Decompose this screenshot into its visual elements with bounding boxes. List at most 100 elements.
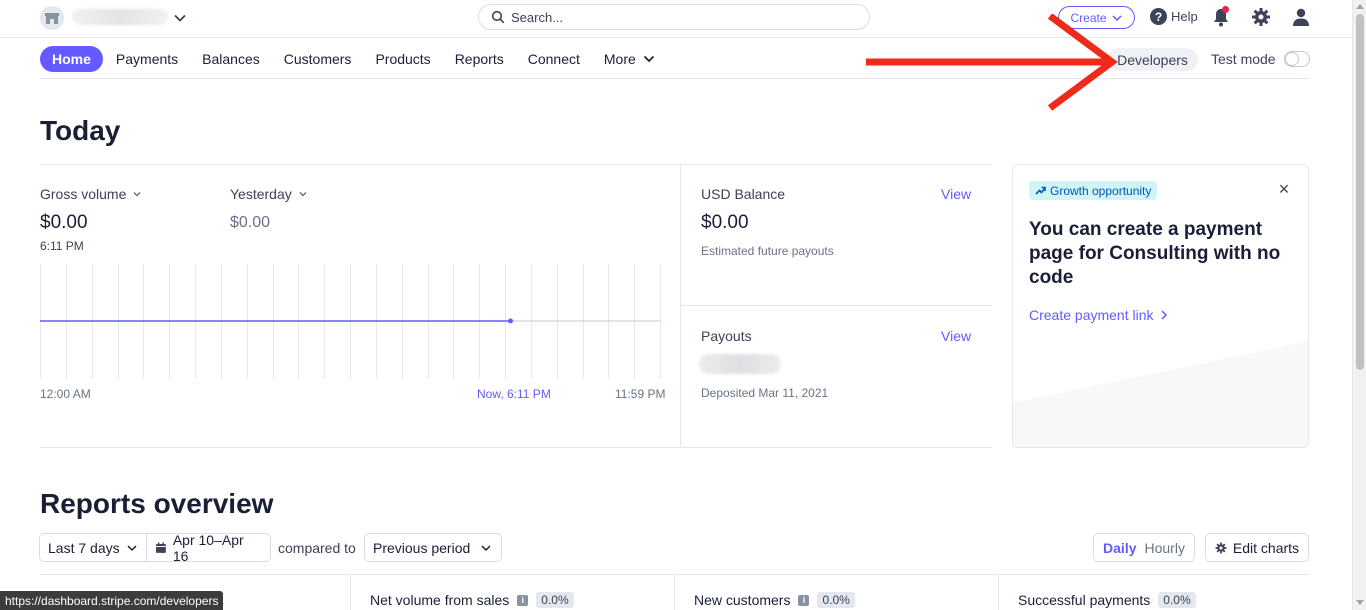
search-input[interactable] <box>511 9 851 25</box>
range-label: Last 7 days <box>48 539 120 556</box>
help-label: Help <box>1171 9 1198 24</box>
edit-charts-label: Edit charts <box>1232 539 1300 556</box>
scroll-up-arrow[interactable] <box>1356 4 1364 9</box>
metric-successful-payments[interactable]: Successful payments 0.0% <box>1018 592 1196 608</box>
chart-now-label: Now, 6:11 PM <box>477 387 551 401</box>
nav-connect[interactable]: Connect <box>528 46 580 72</box>
yesterday-value: $0.00 <box>230 214 271 231</box>
chevron-right-icon <box>1160 310 1167 320</box>
interval-toggle: Daily Hourly <box>1093 533 1195 562</box>
test-mode-label: Test mode <box>1211 51 1276 67</box>
chevron-down-icon <box>481 544 491 551</box>
edit-charts-button[interactable]: Edit charts <box>1205 533 1309 562</box>
metric-change-badge: 0.0% <box>536 592 574 608</box>
nav-more-label: More <box>603 51 636 67</box>
gross-volume-chart <box>40 264 661 379</box>
nav-more[interactable]: More <box>604 46 656 72</box>
usd-balance-sub: Estimated future payouts <box>701 244 834 258</box>
chevron-down-icon[interactable] <box>172 10 188 26</box>
metric-label: New customers <box>694 592 791 608</box>
info-icon[interactable]: i <box>798 594 810 606</box>
hourly-option[interactable]: Hourly <box>1145 540 1185 556</box>
metric-column-divider <box>998 575 999 610</box>
chevron-down-icon <box>299 192 307 197</box>
reports-overview-title: Reports overview <box>40 488 274 519</box>
metric-change-badge: 0.0% <box>817 592 855 608</box>
trending-up-icon <box>1035 186 1046 195</box>
test-mode-toggle[interactable] <box>1284 51 1310 67</box>
today-divider <box>40 164 992 165</box>
growth-opportunity-card: Growth opportunity × You can create a pa… <box>1012 164 1309 448</box>
today-title: Today <box>40 115 121 146</box>
gross-volume-selector[interactable]: Gross volume <box>40 186 142 202</box>
nav-reports[interactable]: Reports <box>455 46 504 72</box>
chart-start-label: 12:00 AM <box>40 387 91 401</box>
question-icon: ? <box>1150 8 1167 25</box>
user-icon[interactable] <box>1291 7 1311 27</box>
chevron-down-icon <box>127 544 137 551</box>
create-button[interactable]: Create <box>1058 6 1135 29</box>
daily-option[interactable]: Daily <box>1103 540 1136 556</box>
create-payment-link-label: Create payment link <box>1029 307 1154 323</box>
notification-dot <box>1222 6 1229 13</box>
usd-balance-view-link[interactable]: View <box>941 186 971 202</box>
column-divider <box>680 165 681 447</box>
metric-net-volume[interactable]: Net volume from sales i 0.0% <box>370 592 574 608</box>
payouts-label: Payouts <box>701 328 752 344</box>
comparison-label: Previous period <box>373 539 471 556</box>
close-icon[interactable]: × <box>1276 180 1292 198</box>
compared-to-label: compared to <box>278 540 356 556</box>
main-nav: Home Payments Balances Customers Product… <box>40 46 680 72</box>
gear-icon <box>1215 542 1227 553</box>
comparison-dropdown[interactable]: Previous period <box>364 533 502 562</box>
payouts-sub: Deposited Mar 11, 2021 <box>701 386 829 400</box>
scroll-thumb[interactable] <box>1356 14 1364 370</box>
developers-link[interactable]: Developers <box>1107 48 1198 71</box>
search-bar[interactable] <box>478 4 870 30</box>
nav-products[interactable]: Products <box>375 46 430 72</box>
metric-column-divider <box>674 575 675 610</box>
chevron-down-icon <box>133 192 141 197</box>
nav-customers[interactable]: Customers <box>284 46 352 72</box>
gross-volume-time: 6:11 PM <box>40 239 84 253</box>
scroll-down-arrow[interactable] <box>1356 600 1364 605</box>
account-name-redacted[interactable] <box>72 9 168 25</box>
growth-badge-label: Growth opportunity <box>1050 183 1152 198</box>
nav-divider <box>40 78 1309 79</box>
chevron-down-icon <box>1111 14 1122 21</box>
store-icon[interactable] <box>40 6 64 30</box>
gear-icon[interactable] <box>1251 7 1271 27</box>
chart-now-point <box>507 318 513 324</box>
chevron-down-icon <box>643 55 654 63</box>
metric-new-customers[interactable]: New customers i 0.0% <box>694 592 855 608</box>
growth-card-title: You can create a payment page for Consul… <box>1029 219 1281 288</box>
nav-balances[interactable]: Balances <box>202 46 260 72</box>
calendar-icon <box>155 542 166 553</box>
range-dropdown[interactable]: Last 7 days <box>39 533 147 562</box>
today-bottom-divider <box>40 447 992 448</box>
nav-payments[interactable]: Payments <box>116 46 178 72</box>
nav-home[interactable]: Home <box>40 46 103 72</box>
create-label: Create <box>1070 10 1107 25</box>
date-range-label: Apr 10–Apr 16 <box>172 531 244 564</box>
yesterday-label: Yesterday <box>230 186 292 202</box>
metric-column-divider <box>350 575 351 610</box>
metric-label: Net volume from sales <box>370 592 510 608</box>
date-range-picker[interactable]: Apr 10–Apr 16 <box>146 531 271 564</box>
create-payment-link[interactable]: Create payment link <box>1029 307 1168 323</box>
payout-amount-redacted <box>699 354 781 374</box>
row-divider <box>681 305 992 306</box>
payouts-view-link[interactable]: View <box>941 328 971 344</box>
help-button[interactable]: ? Help <box>1150 8 1198 25</box>
gross-volume-value: $0.00 <box>40 212 88 233</box>
info-icon[interactable]: i <box>517 594 529 606</box>
gross-volume-label: Gross volume <box>40 186 127 202</box>
metric-change-badge: 0.0% <box>1158 592 1196 608</box>
usd-balance-value: $0.00 <box>701 212 749 233</box>
chart-end-label: 11:59 PM <box>615 387 666 401</box>
yesterday-selector[interactable]: Yesterday <box>230 186 308 202</box>
page-scrollbar[interactable] <box>1352 0 1366 610</box>
metric-label: Successful payments <box>1018 592 1151 608</box>
growth-badge: Growth opportunity <box>1029 181 1158 200</box>
browser-status-bar: https://dashboard.stripe.com/developers <box>0 591 224 610</box>
